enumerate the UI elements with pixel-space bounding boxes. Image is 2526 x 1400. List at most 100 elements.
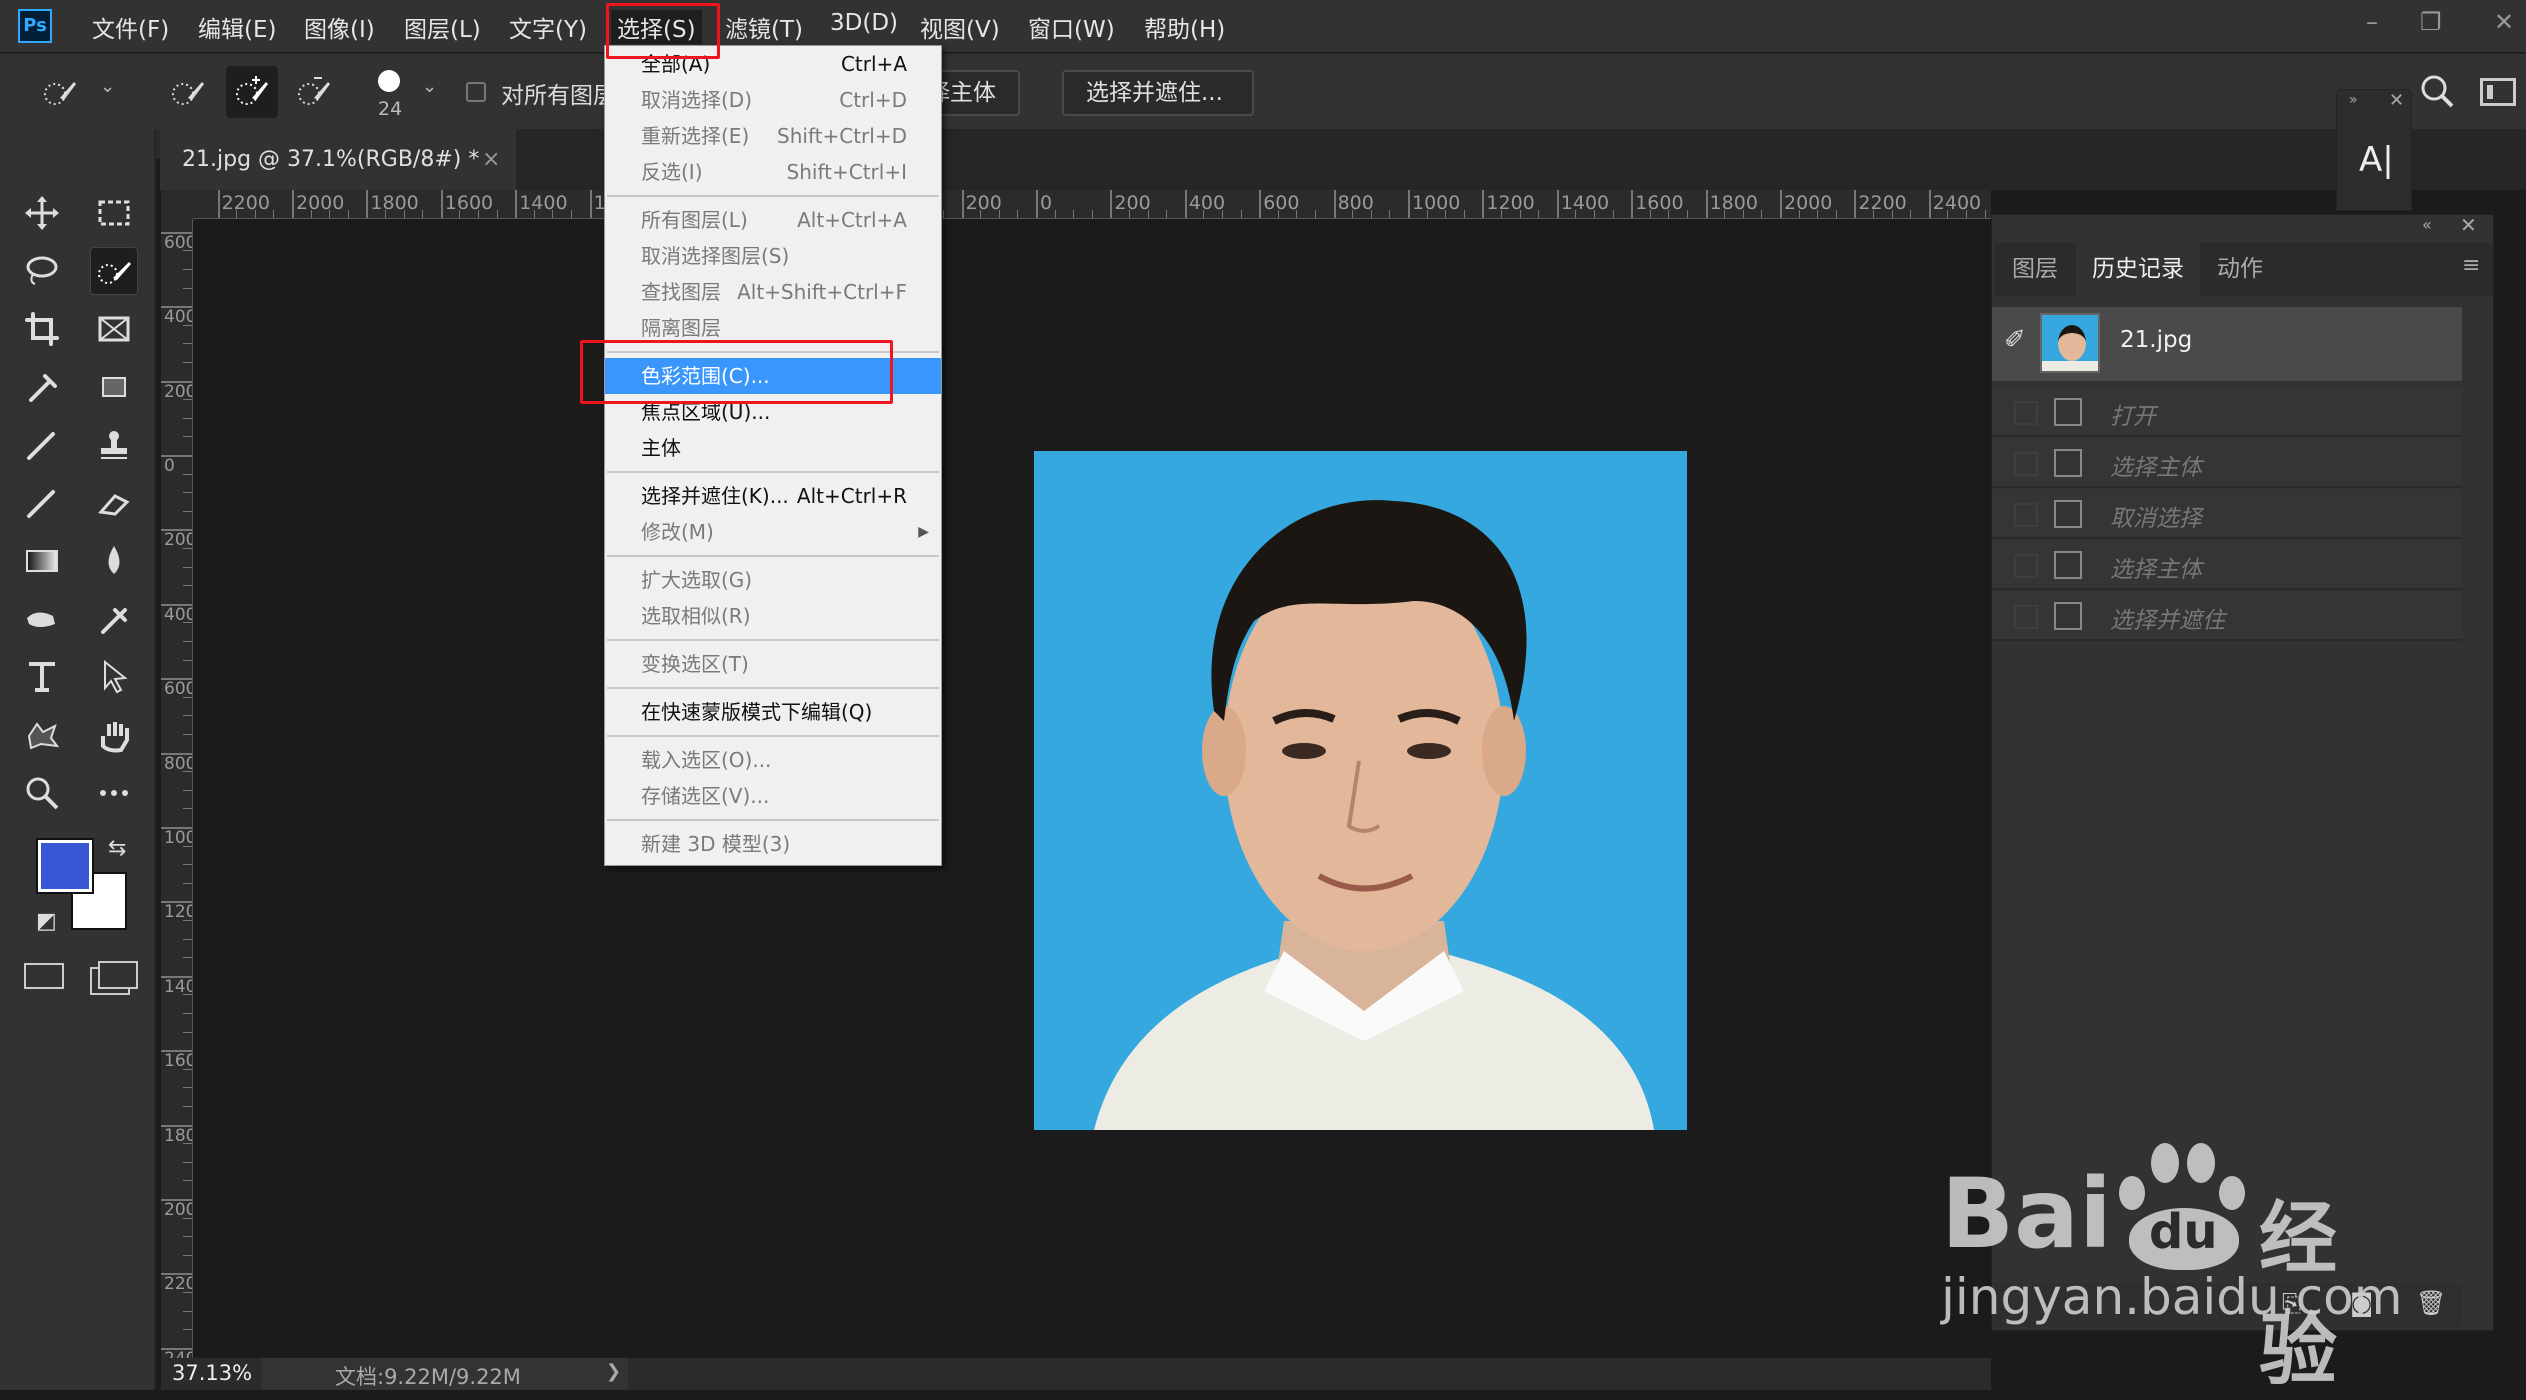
patch-tool[interactable] (90, 363, 138, 411)
frame-tool[interactable] (90, 305, 138, 353)
chevron-down-icon[interactable]: ⌄ (100, 76, 115, 97)
history-brush-source-checkbox[interactable] (2014, 605, 2038, 629)
smudge-tool[interactable] (18, 595, 66, 643)
horizontal-ruler[interactable]: 2200200018001600140012001000800600400200… (193, 190, 1991, 219)
document-image[interactable] (1034, 451, 1687, 1130)
menu-3[interactable]: 图层(L) (404, 10, 481, 44)
quick-mask-icon[interactable] (24, 963, 64, 989)
expand-panel-icon[interactable]: » (2349, 92, 2358, 108)
hand-tool[interactable] (90, 711, 138, 759)
quick-selection-tool[interactable] (90, 247, 138, 295)
marquee-tool[interactable] (90, 189, 138, 237)
history-brush-tool[interactable] (18, 479, 66, 527)
eyedropper-icon (23, 368, 61, 406)
panel-menu-icon[interactable]: ≡ (2462, 253, 2480, 278)
eraser-tool[interactable] (90, 479, 138, 527)
zoom-tool[interactable] (18, 769, 66, 817)
gradient-tool[interactable] (18, 537, 66, 585)
pen-tool[interactable] (90, 595, 138, 643)
document-tab[interactable]: 21.jpg @ 37.1%(RGB/8#) * × (160, 129, 516, 190)
move-tool[interactable] (18, 189, 66, 237)
menu-item[interactable]: 扩大选取(G) (605, 562, 941, 598)
close-panel-icon[interactable]: ✕ (2389, 90, 2404, 111)
brush-tip-icon[interactable] (378, 70, 400, 92)
tab-history[interactable]: 历史记录 (2076, 243, 2200, 296)
crop-tool[interactable] (18, 305, 66, 353)
minimize-button[interactable]: – (2366, 8, 2378, 36)
path-selection-tool[interactable] (90, 653, 138, 701)
menu-6[interactable]: 滤镜(T) (725, 10, 803, 44)
menu-item[interactable]: 查找图层Alt+Shift+Ctrl+F (605, 274, 941, 310)
menu-item[interactable]: 在快速蒙版模式下编辑(Q) (605, 694, 941, 730)
collapse-panel-icon[interactable]: « (2422, 215, 2432, 234)
menu-8[interactable]: 视图(V) (920, 10, 1000, 44)
default-colors-icon[interactable]: ◩ (36, 909, 57, 934)
eyedropper-tool[interactable] (18, 363, 66, 411)
add-to-selection-icon[interactable] (226, 66, 278, 118)
custom-shape-tool[interactable] (18, 711, 66, 759)
ruler-label: 1200 (1486, 192, 1534, 214)
zoom-level[interactable]: 37.13% (172, 1361, 252, 1385)
close-panel-icon[interactable]: ✕ (2460, 213, 2477, 237)
history-brush-source-checkbox[interactable] (2014, 452, 2038, 476)
menu-item[interactable]: 选择并遮住(K)...Alt+Ctrl+R (605, 478, 941, 514)
menu-item[interactable]: 新建 3D 模型(3) (605, 826, 941, 862)
history-brush-source-icon[interactable]: ✐ (2004, 325, 2026, 355)
menu-4[interactable]: 文字(Y) (509, 10, 587, 44)
history-state[interactable]: 选择并遮住 (1992, 591, 2462, 641)
history-brush-source-checkbox[interactable] (2014, 503, 2038, 527)
blur-tool[interactable] (90, 537, 138, 585)
menu-item[interactable]: 变换选区(T) (605, 646, 941, 682)
tab-actions[interactable]: 动作 (2200, 243, 2280, 296)
history-state[interactable]: 取消选择 (1992, 489, 2462, 539)
menu-item[interactable]: 重新选择(E)Shift+Ctrl+D (605, 118, 941, 154)
menu-2[interactable]: 图像(I) (304, 10, 375, 44)
history-snapshot[interactable]: ✐ 21.jpg (1992, 307, 2462, 381)
character-panel-icon[interactable]: A| (2359, 140, 2394, 180)
menu-item[interactable]: 载入选区(O)... (605, 742, 941, 778)
history-state[interactable]: 选择主体 (1992, 540, 2462, 590)
menu-9[interactable]: 窗口(W) (1028, 10, 1115, 44)
chevron-down-icon[interactable]: ⌄ (422, 76, 437, 97)
tab-layers[interactable]: 图层 (1994, 243, 2076, 296)
path-selection-icon (95, 658, 133, 696)
search-icon[interactable] (2418, 72, 2458, 116)
close-tab-button[interactable]: × (482, 129, 500, 190)
swap-colors-icon[interactable]: ⇆ (108, 836, 126, 861)
select-and-mask-button[interactable]: 选择并遮住... (1062, 70, 1254, 116)
restore-button[interactable]: ❐ (2420, 8, 2442, 36)
sample-all-layers-checkbox[interactable] (466, 82, 486, 102)
menu-item[interactable]: 取消选择(D)Ctrl+D (605, 82, 941, 118)
status-menu-arrow[interactable]: ❯ (606, 1361, 621, 1382)
close-window-button[interactable]: ✕ (2494, 8, 2514, 36)
history-brush-source-checkbox[interactable] (2014, 554, 2038, 578)
workspace-icon[interactable] (2480, 78, 2516, 106)
menu-0[interactable]: 文件(F) (92, 10, 169, 44)
history-brush-source-checkbox[interactable] (2014, 401, 2038, 425)
background-color-swatch[interactable] (38, 840, 92, 892)
quick-selection-preset-icon[interactable] (40, 72, 80, 116)
menu-item[interactable]: 修改(M)▶ (605, 514, 941, 550)
menu-item[interactable]: 反选(I)Shift+Ctrl+I (605, 154, 941, 190)
menu-item[interactable]: 所有图层(L)Alt+Ctrl+A (605, 202, 941, 238)
stamp-tool[interactable] (90, 421, 138, 469)
menu-item[interactable]: 主体 (605, 430, 941, 466)
menu-10[interactable]: 帮助(H) (1144, 10, 1225, 44)
new-selection-icon[interactable] (168, 72, 208, 116)
trash-icon[interactable]: 🗑 (2416, 1289, 2446, 1317)
vertical-ruler[interactable]: 6004002000200400600800100012001400160018… (161, 219, 193, 1358)
history-state[interactable]: 选择主体 (1992, 438, 2462, 488)
menu-item[interactable]: 取消选择图层(S) (605, 238, 941, 274)
menu-item[interactable]: 选取相似(R) (605, 598, 941, 634)
more-tools[interactable] (90, 769, 138, 817)
subtract-from-selection-icon[interactable] (294, 72, 334, 116)
brush-size-value[interactable]: 24 (378, 98, 402, 120)
menu-1[interactable]: 编辑(E) (198, 10, 276, 44)
history-state[interactable]: 打开 (1992, 387, 2462, 437)
brush-tool[interactable] (18, 421, 66, 469)
type-tool[interactable] (18, 653, 66, 701)
lasso-tool[interactable] (18, 247, 66, 295)
menu-7[interactable]: 3D(D) (830, 10, 898, 36)
menu-item[interactable]: 存储选区(V)... (605, 778, 941, 814)
screen-mode-icon[interactable] (98, 961, 138, 989)
